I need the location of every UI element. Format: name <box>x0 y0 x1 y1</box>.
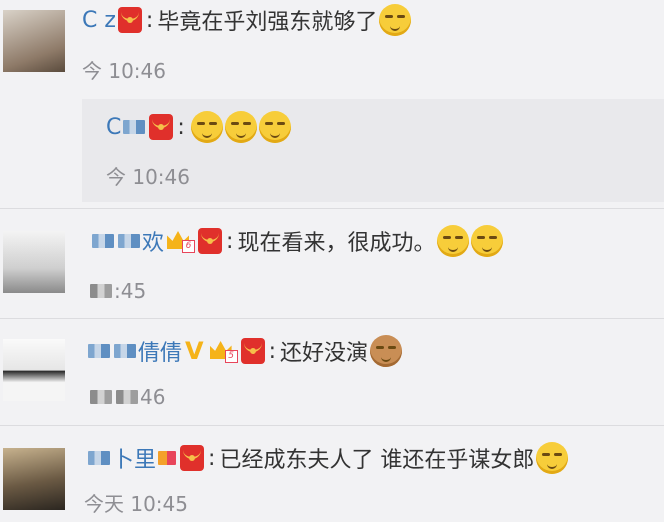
reply-box: C : 今 10:46 <box>82 99 664 202</box>
red-packet-icon <box>198 228 223 254</box>
blurred-time-mosaic <box>90 390 112 404</box>
doge-emoji-icon <box>379 4 412 36</box>
comment-item: 欢 6 : 现在看来，很成功。 :45 <box>0 209 664 316</box>
username[interactable]: C z <box>82 8 116 33</box>
verified-v-icon: V <box>185 337 204 365</box>
blurred-name-mosaic <box>114 344 136 358</box>
blurred-name-mosaic <box>88 451 110 465</box>
comment-text: 现在看来，很成功。 <box>237 231 436 256</box>
doge-emoji-icon <box>536 442 569 474</box>
timestamp: 今 10:46 <box>82 59 166 83</box>
blurred-name-mosaic <box>123 120 146 134</box>
comment-text: 还好没演 <box>280 341 369 366</box>
colon: : <box>268 338 277 364</box>
dog-emoji-icon <box>370 335 403 367</box>
comment-item: C z : 毕竟在乎刘强东就够了 今 10:46 <box>0 0 664 92</box>
doge-emoji-icon <box>437 225 470 257</box>
doge-emoji-icon <box>190 111 223 143</box>
username[interactable]: 卜里 <box>112 442 156 474</box>
blurred-time-mosaic <box>90 284 112 298</box>
avatar[interactable] <box>3 10 65 72</box>
comment-item: 倩倩 V 5 : 还好没演 46 <box>0 319 664 423</box>
timestamp: 46 <box>140 385 166 409</box>
colon: : <box>177 114 185 140</box>
red-packet-icon <box>180 445 205 471</box>
colon: : <box>208 445 216 471</box>
username[interactable]: C <box>106 115 121 140</box>
red-packet-icon <box>117 7 142 33</box>
comment-item: 卜里 : 已经成东夫人了 谁还在乎谋女郎 今天 10:45 <box>0 426 664 522</box>
blurred-badge-mosaic <box>158 451 177 465</box>
doge-emoji-icon <box>471 225 504 257</box>
colon: : <box>145 7 154 33</box>
crown-badge-icon: 5 <box>209 339 238 363</box>
doge-emoji-icon <box>258 111 291 143</box>
timestamp: :45 <box>114 279 147 303</box>
timestamp: 今 10:46 <box>106 165 190 189</box>
blurred-time-mosaic <box>116 390 138 404</box>
username[interactable]: 欢 <box>142 225 164 257</box>
crown-badge-icon: 6 <box>167 229 196 253</box>
timestamp: 今天 10:45 <box>84 492 188 516</box>
username[interactable]: 倩倩 <box>138 335 182 367</box>
avatar[interactable] <box>3 448 65 510</box>
colon: : <box>226 228 234 254</box>
blurred-name-mosaic <box>118 234 140 248</box>
comment-text: 毕竟在乎刘强东就够了 <box>157 10 378 35</box>
red-packet-icon <box>149 114 174 140</box>
comment-text: 已经成东夫人了 谁还在乎谋女郎 <box>219 448 535 473</box>
avatar[interactable] <box>3 339 65 401</box>
doge-emoji-icon <box>224 111 257 143</box>
red-packet-icon <box>240 338 265 364</box>
blurred-name-mosaic <box>88 344 110 358</box>
blurred-name-mosaic <box>92 234 114 248</box>
avatar[interactable] <box>3 231 65 293</box>
